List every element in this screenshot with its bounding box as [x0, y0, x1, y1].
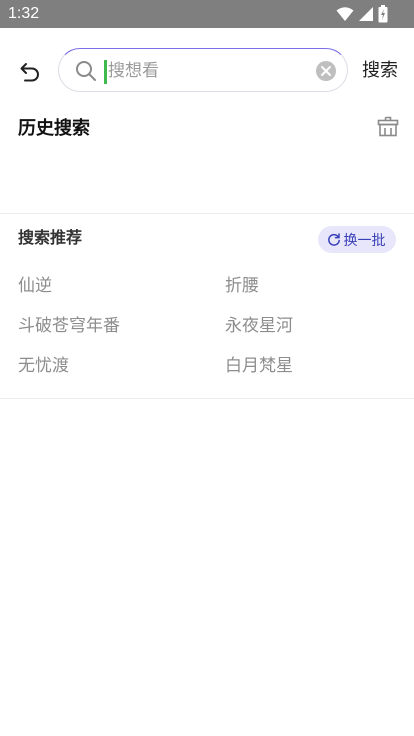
recommend-item[interactable]: 仙逆	[18, 274, 52, 298]
recommend-item[interactable]: 斗破苍穹年番	[18, 314, 120, 338]
signal-icon	[359, 7, 373, 21]
refresh-button[interactable]: 换一批	[318, 226, 396, 253]
search-icon	[76, 61, 96, 81]
wifi-icon	[336, 7, 354, 21]
search-button[interactable]: 搜索	[362, 59, 398, 83]
divider	[0, 398, 414, 399]
status-time: 1:32	[8, 5, 40, 22]
back-button[interactable]	[16, 58, 44, 86]
refresh-label: 换一批	[343, 232, 386, 249]
battery-icon	[378, 5, 388, 23]
search-box[interactable]	[58, 48, 348, 92]
status-icons	[336, 5, 388, 23]
refresh-icon	[327, 232, 340, 246]
status-bar: 1:32	[0, 0, 414, 28]
divider	[0, 213, 414, 214]
recommend-item[interactable]: 折腰	[225, 274, 259, 298]
search-header: 搜索	[0, 28, 414, 114]
clear-icon[interactable]	[315, 60, 337, 82]
back-arrow-icon	[20, 63, 39, 82]
recommend-title: 搜索推荐	[18, 228, 83, 247]
history-title: 历史搜索	[18, 118, 90, 139]
search-input[interactable]	[106, 55, 310, 87]
trash-icon[interactable]	[376, 114, 400, 138]
recommend-item[interactable]: 无忧渡	[18, 354, 69, 378]
recommend-item[interactable]: 永夜星河	[225, 314, 293, 338]
recommend-item[interactable]: 白月梵星	[225, 354, 293, 378]
